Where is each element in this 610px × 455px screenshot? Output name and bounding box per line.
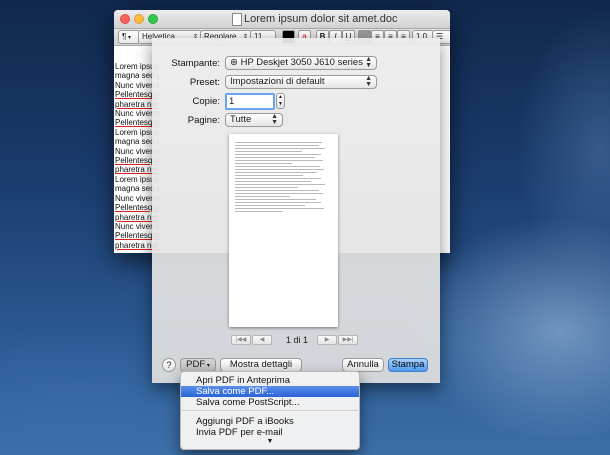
scroll-down-icon[interactable]: ▼ (181, 437, 359, 446)
preview-text (229, 134, 338, 212)
preview-text-line (235, 166, 320, 167)
preview-text-line (235, 151, 302, 152)
preview-text-line (235, 187, 298, 188)
preview-text-line (235, 208, 325, 209)
preset-popup[interactable]: Impostazioni di default ▲ ▼ (225, 75, 377, 89)
print-button[interactable]: Stampa (388, 358, 428, 372)
printer-popup[interactable]: ⊛ HP Deskjet 3050 J610 series ▲ ▼ (225, 56, 377, 70)
preview-text-line (235, 196, 291, 197)
copies-field[interactable]: 1 (225, 93, 275, 110)
preset-label: Preset: (189, 77, 220, 88)
print-preview-page (229, 134, 338, 327)
page-indicator: 1 di 1 (285, 335, 309, 345)
preview-text-line (235, 142, 323, 143)
document-icon (232, 13, 242, 26)
menu-separator (182, 410, 358, 411)
preview-text-line (235, 160, 324, 161)
window-title: Lorem ipsum dolor sit amet.doc (244, 13, 398, 25)
pages-value: Tutte (230, 114, 252, 125)
preview-text-line (235, 181, 311, 182)
minimize-window-button[interactable] (134, 14, 144, 24)
pdf-label: PDF (186, 359, 206, 370)
help-button[interactable]: ? (162, 358, 176, 372)
print-dialog: Stampante: ⊛ HP Deskjet 3050 J610 series… (152, 38, 440, 383)
preset-value: Impostazioni di default (230, 76, 325, 87)
preview-text-line (235, 148, 326, 149)
chevron-down-icon: ▾ (205, 363, 210, 369)
menu-item-add-to-ibooks[interactable]: Aggiungi PDF a iBooks (181, 416, 359, 427)
pages-label: Pagine: (187, 115, 220, 126)
paragraph-style-menu[interactable]: ¶ ▾ (118, 30, 140, 44)
zoom-window-button[interactable] (148, 14, 158, 24)
chevron-updown-icon: ▲ ▼ (365, 75, 372, 88)
preview-text-line (235, 157, 315, 158)
preview-text-line (235, 199, 316, 200)
menu-item-save-as-postscript[interactable]: Salva come PostScript... (181, 397, 359, 408)
printer-icon: ⊛ (230, 57, 241, 68)
chevron-updown-icon: ▲ ▼ (365, 56, 372, 69)
first-page-button[interactable]: |◀◀ (231, 335, 251, 345)
preview-text-line (235, 205, 306, 206)
preview-text-line (235, 211, 283, 212)
preview-text-line (235, 202, 321, 203)
menu-item-open-in-preview[interactable]: Apri PDF in Anteprima (181, 375, 359, 386)
last-page-button[interactable]: ▶▶| (338, 335, 358, 345)
close-window-button[interactable] (120, 14, 130, 24)
previous-page-button[interactable]: ◀ (252, 335, 272, 345)
preview-text-line (235, 145, 319, 146)
preview-text-line (235, 190, 319, 191)
preview-text-line (235, 169, 325, 170)
pdf-dropdown-menu: Apri PDF in Anteprima Salva come PDF... … (180, 371, 360, 450)
cancel-button[interactable]: Annulla (342, 358, 384, 372)
show-details-button[interactable]: Mostra dettagli (220, 358, 302, 372)
preview-text-line (235, 163, 292, 164)
printer-label: Stampante: (171, 58, 220, 69)
chevron-updown-icon: ▲ ▼ (271, 113, 278, 126)
title-bar[interactable]: Lorem ipsum dolor sit amet.doc (114, 10, 450, 29)
menu-item-save-as-pdf[interactable]: Salva come PDF... (181, 386, 359, 397)
preview-text-line (235, 184, 326, 185)
preview-text-line (235, 193, 324, 194)
copies-label: Copie: (192, 96, 220, 107)
pages-popup[interactable]: Tutte ▲ ▼ (225, 113, 283, 127)
preview-text-line (235, 175, 304, 176)
preview-text-line (235, 154, 321, 155)
pdf-menu-button[interactable]: PDF ▾ (180, 358, 216, 372)
copies-stepper[interactable]: ▲ ▼ (276, 93, 285, 109)
preview-text-line (235, 172, 317, 173)
next-page-button[interactable]: ▶ (317, 335, 337, 345)
printer-value: HP Deskjet 3050 J610 series (240, 57, 363, 68)
preview-text-line (235, 178, 322, 179)
